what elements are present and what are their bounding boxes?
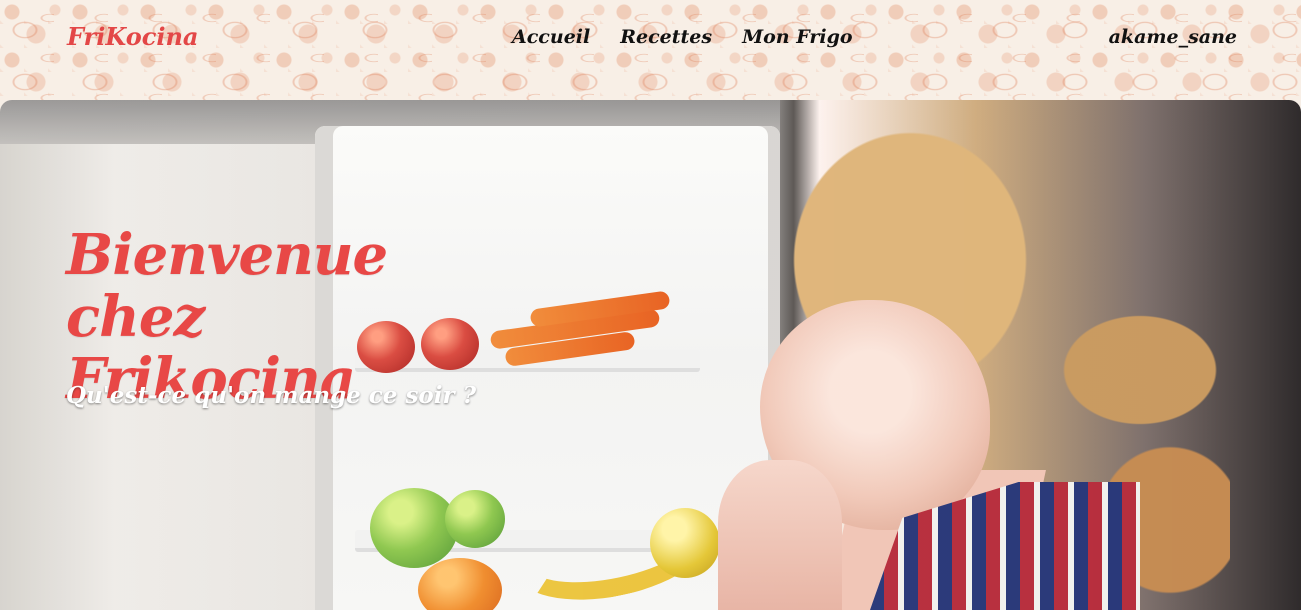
brand-logo-link[interactable]: FriKocina bbox=[67, 22, 198, 51]
hero-subtitle: Qu'est-ce qu'on mange ce soir ? bbox=[66, 382, 477, 409]
hero-banner: Bienvenue chez Frikocina Qu'est-ce qu'on… bbox=[0, 100, 1301, 610]
nav-link-recettes[interactable]: Recettes bbox=[620, 25, 712, 49]
main-navigation: Accueil Recettes Mon Frigo bbox=[512, 25, 853, 49]
user-account-link[interactable]: akame_sane bbox=[1109, 25, 1237, 49]
nav-link-mon-frigo[interactable]: Mon Frigo bbox=[742, 25, 852, 49]
nav-link-accueil[interactable]: Accueil bbox=[512, 25, 590, 49]
site-header: FriKocina Accueil Recettes Mon Frigo aka… bbox=[0, 0, 1301, 100]
